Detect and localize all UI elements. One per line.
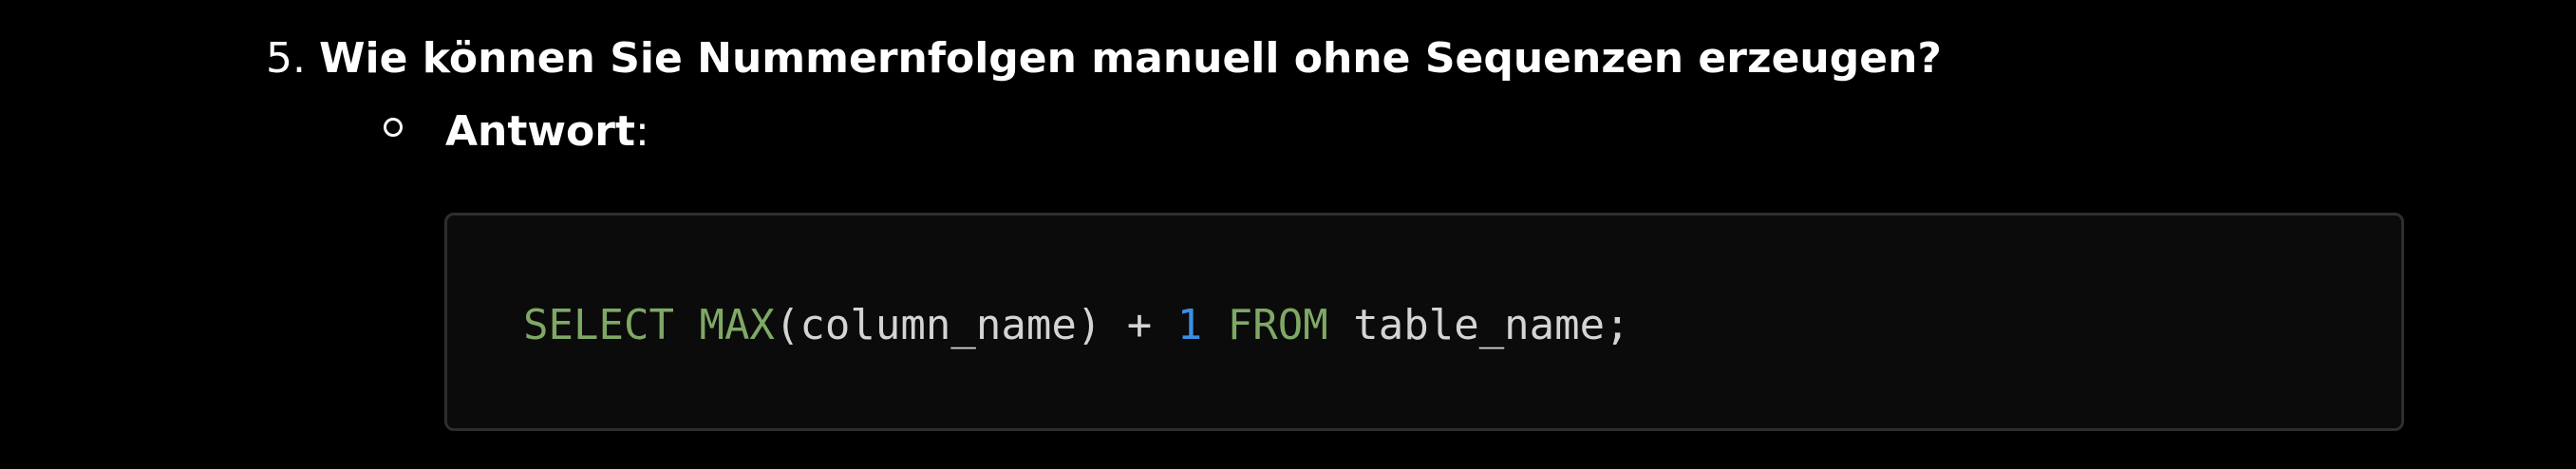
answer-label: Antwort — [445, 106, 636, 156]
question-text: Wie können Sie Nummernfolgen manuell ohn… — [318, 34, 1942, 83]
question-number: 5. — [266, 34, 306, 83]
code-number-literal: 1 — [1176, 301, 1203, 349]
code-table-name: table_name; — [1327, 301, 1630, 349]
code-line: SELECT MAX(column_name) + 1 FROM table_n… — [523, 299, 1630, 352]
answer-item: Antwort: — [384, 101, 649, 161]
code-keyword-select: SELECT — [523, 301, 674, 349]
hollow-bullet-icon — [384, 118, 403, 137]
answer-colon: : — [635, 106, 649, 156]
code-function-max: MAX — [699, 301, 775, 349]
code-keyword-from: FROM — [1227, 301, 1328, 349]
code-argument: (column_name) + — [774, 301, 1177, 349]
code-block: SELECT MAX(column_name) + 1 FROM table_n… — [444, 213, 2404, 431]
question-item: 5. Wie können Sie Nummernfolgen manuell … — [266, 28, 1942, 89]
